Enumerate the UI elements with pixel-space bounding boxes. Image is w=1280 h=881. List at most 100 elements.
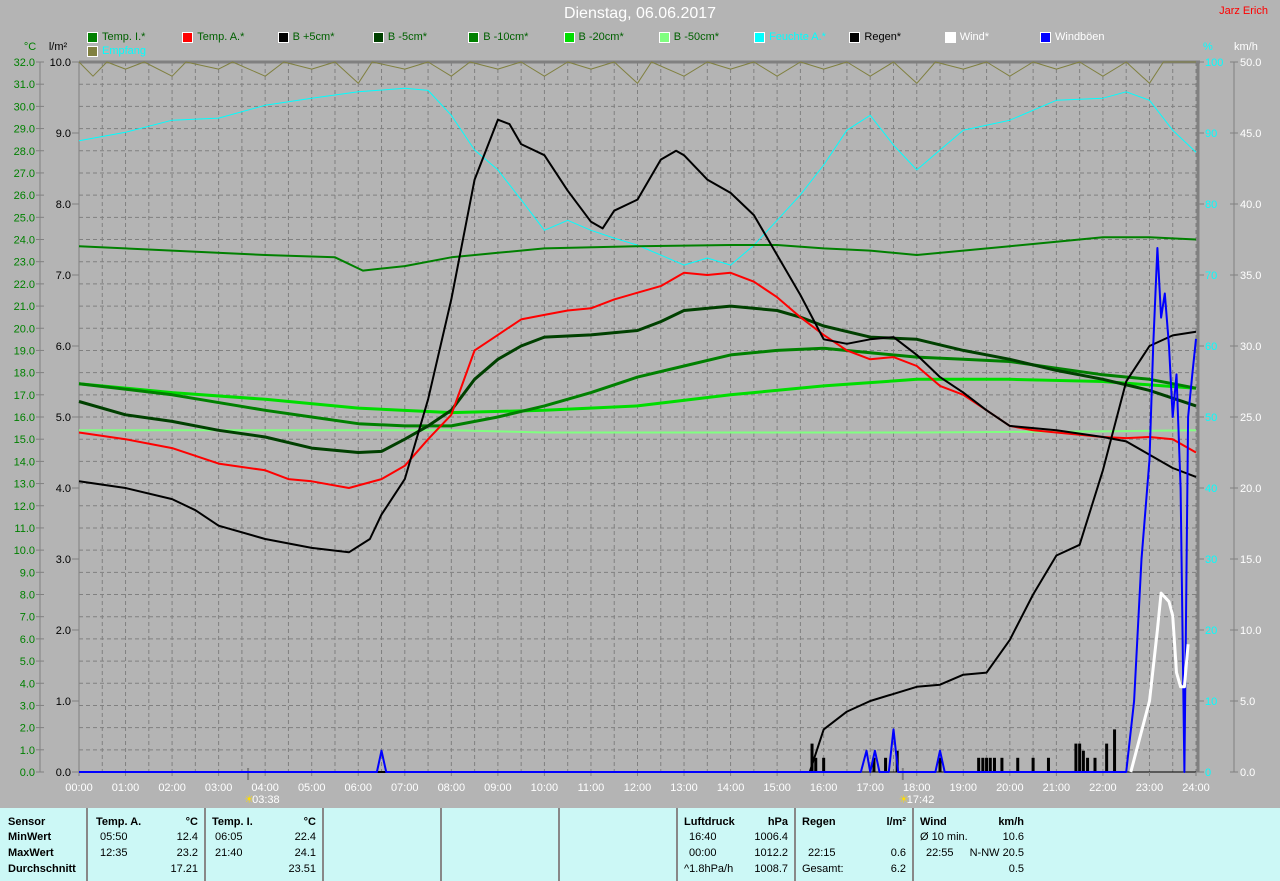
stats-value: N-NW 20.5 xyxy=(969,847,1024,859)
temp-tick-label: 18.0 xyxy=(14,368,35,380)
stats-time: 16:40 xyxy=(689,831,717,843)
x-tick-label: 13:00 xyxy=(670,782,698,794)
temp-tick-label: 23.0 xyxy=(14,257,35,269)
stats-unit: km/h xyxy=(998,816,1024,828)
stats-label: Gesamt: xyxy=(802,863,844,875)
x-tick-label: 01:00 xyxy=(112,782,140,794)
rain-bar xyxy=(1074,743,1078,772)
stats-row-label: MaxWert xyxy=(8,847,54,859)
stats-header: Luftdruck xyxy=(684,816,735,828)
rain-bar xyxy=(884,757,888,772)
humidity-tick-label: 70 xyxy=(1205,270,1217,282)
temp-tick-label: 24.0 xyxy=(14,235,35,247)
humidity-tick-label: 40 xyxy=(1205,483,1217,495)
stats-time: 00:00 xyxy=(689,847,717,859)
x-tick-label: 20:00 xyxy=(996,782,1024,794)
stats-value: 17.21 xyxy=(170,863,198,875)
rain-tick-label: 0.0 xyxy=(56,767,71,779)
temp-tick-label: 13.0 xyxy=(14,479,35,491)
rain-bar xyxy=(1081,750,1085,772)
temp-tick-label: 25.0 xyxy=(14,212,35,224)
temp-tick-label: 0.0 xyxy=(20,767,35,779)
stats-value: 23.2 xyxy=(176,847,198,859)
humidity-tick-label: 100 xyxy=(1205,57,1223,69)
rain-bar xyxy=(1031,757,1035,772)
x-tick-label: 19:00 xyxy=(950,782,978,794)
stats-label: Ø 10 min. xyxy=(920,831,968,843)
temp-tick-label: 10.0 xyxy=(14,545,35,557)
wind-tick-label: 40.0 xyxy=(1240,199,1261,211)
humidity-tick-label: 90 xyxy=(1205,128,1217,140)
temp-tick-label: 15.0 xyxy=(14,434,35,446)
humidity-tick-label: 60 xyxy=(1205,341,1217,353)
temp-tick-label: 1.0 xyxy=(20,745,35,757)
rain-bar xyxy=(1078,743,1082,772)
x-tick-label: 03:00 xyxy=(205,782,233,794)
rain-bar xyxy=(822,757,826,772)
humidity-tick-label: 0 xyxy=(1205,767,1211,779)
temp-tick-label: 20.0 xyxy=(14,323,35,335)
stats-value: 23.51 xyxy=(288,863,316,875)
rain-tick-label: 9.0 xyxy=(56,128,71,140)
humidity-tick-label: 20 xyxy=(1205,625,1217,637)
humidity-tick-label: 50 xyxy=(1205,412,1217,424)
wind-tick-label: 0.0 xyxy=(1240,767,1255,779)
temp-tick-label: 30.0 xyxy=(14,101,35,113)
stats-time: 22:55 xyxy=(926,847,954,859)
rain-bar xyxy=(992,757,996,772)
rain-bar xyxy=(1016,757,1020,772)
x-tick-label: 14:00 xyxy=(717,782,745,794)
stats-value: 10.6 xyxy=(1002,831,1024,843)
rain-bar xyxy=(977,757,981,772)
rain-bar xyxy=(988,757,992,772)
x-tick-label: 08:00 xyxy=(438,782,466,794)
wind-tick-label: 35.0 xyxy=(1240,270,1261,282)
temp-tick-label: 29.0 xyxy=(14,124,35,136)
temp-tick-label: 17.0 xyxy=(14,390,35,402)
rain-tick-label: 10.0 xyxy=(50,57,71,69)
stats-unit: °C xyxy=(185,816,198,828)
stats-value: 1012.2 xyxy=(754,847,788,859)
rain-tick-label: 8.0 xyxy=(56,199,71,211)
stats-col-wind: Wind km/h Ø 10 min. 10.6 22:55 N-NW 20.5 0.… xyxy=(914,808,1030,881)
rain-bar xyxy=(985,757,989,772)
humidity-tick-label: 30 xyxy=(1205,554,1217,566)
stats-col-sensor: Sensor MinWert MaxWert Durchschnitt xyxy=(0,808,88,881)
x-tick-label: 07:00 xyxy=(391,782,419,794)
x-tick-label: 21:00 xyxy=(1043,782,1071,794)
wind-tick-label: 50.0 xyxy=(1240,57,1261,69)
rain-tick-label: 2.0 xyxy=(56,625,71,637)
temp-tick-label: 11.0 xyxy=(14,523,35,535)
stats-time: 12:35 xyxy=(100,847,128,859)
stats-col-rain: Regen l/m² 22:15 0.6 Gesamt: 6.2 xyxy=(796,808,914,881)
temp-tick-label: 3.0 xyxy=(20,700,35,712)
stats-header: Regen xyxy=(802,816,836,828)
humidity-tick-label: 10 xyxy=(1205,696,1217,708)
rain-bar xyxy=(1105,743,1109,772)
stats-value: 0.5 xyxy=(1008,863,1024,875)
stats-value: 1008.7 xyxy=(754,863,788,875)
stats-unit: l/m² xyxy=(886,816,906,828)
temp-tick-label: 14.0 xyxy=(14,456,35,468)
stats-time: 05:50 xyxy=(100,831,128,843)
temp-tick-label: 4.0 xyxy=(20,678,35,690)
stats-table: Sensor MinWert MaxWert Durchschnitt Temp… xyxy=(0,808,1280,881)
rain-bar xyxy=(1086,757,1090,772)
wind-tick-label: 5.0 xyxy=(1240,696,1255,708)
humidity-tick-label: 80 xyxy=(1205,199,1217,211)
rain-bar xyxy=(1000,757,1004,772)
humidity-axis-unit: % xyxy=(1203,41,1213,53)
x-tick-label: 17:00 xyxy=(856,782,884,794)
stats-value: 0.6 xyxy=(890,847,906,859)
series-line-wind xyxy=(1129,591,1190,773)
x-tick-label: 05:00 xyxy=(298,782,326,794)
rain-bar xyxy=(981,757,985,772)
sunrise-time-label: 03:38 xyxy=(252,794,280,806)
rain-tick-label: 4.0 xyxy=(56,483,71,495)
stats-time: 22:15 xyxy=(808,847,836,859)
temp-tick-label: 16.0 xyxy=(14,412,35,424)
temp-tick-label: 9.0 xyxy=(20,567,35,579)
stats-col-empty xyxy=(324,808,442,881)
series-line-b-minus50 xyxy=(79,429,1197,434)
rain-tick-label: 3.0 xyxy=(56,554,71,566)
